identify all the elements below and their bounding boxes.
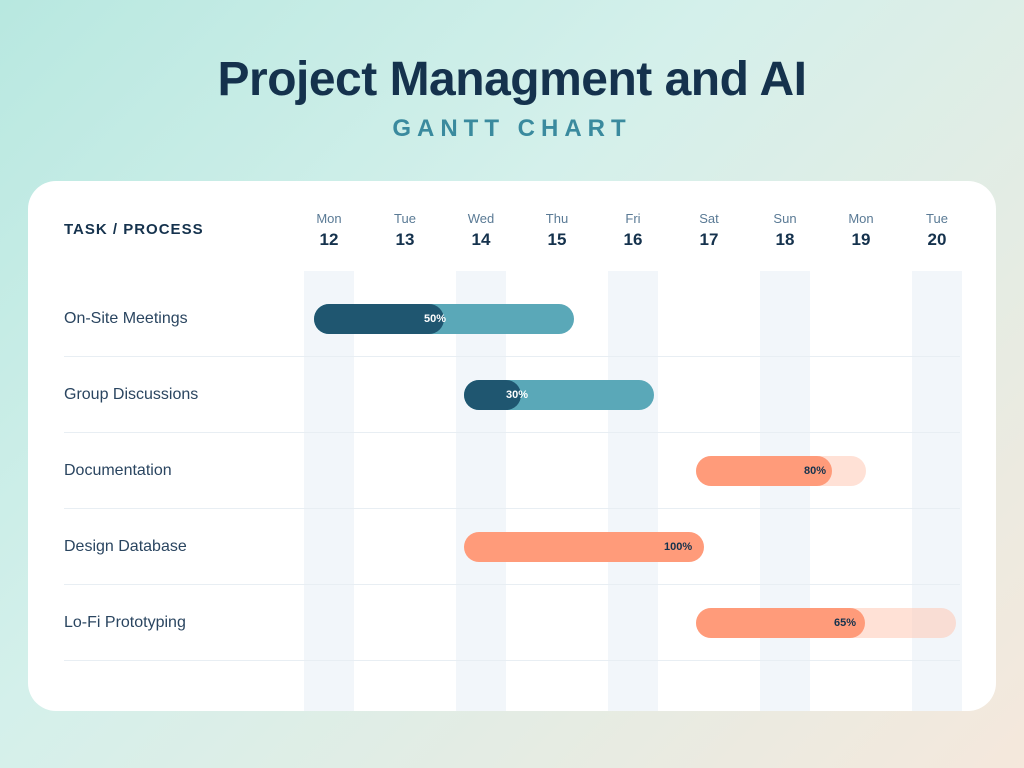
gantt-bar-pct: 30% bbox=[506, 389, 528, 401]
page-subtitle: GANTT CHART bbox=[0, 115, 1024, 143]
col-wed-14: Wed14 bbox=[446, 211, 516, 250]
page-title: Project Managment and AI bbox=[0, 52, 1024, 107]
col-tue-13: Tue13 bbox=[370, 211, 440, 250]
task-label: Documentation bbox=[64, 462, 172, 480]
task-label: Group Discussions bbox=[64, 386, 198, 404]
task-label: On-Site Meetings bbox=[64, 310, 188, 328]
gantt-bar-pct: 100% bbox=[664, 541, 692, 553]
col-thu-15: Thu15 bbox=[522, 211, 592, 250]
task-label: Lo-Fi Prototyping bbox=[64, 614, 186, 632]
task-label: Design Database bbox=[64, 538, 187, 556]
col-tue-20: Tue20 bbox=[902, 211, 972, 250]
col-fri-16: Fri16 bbox=[598, 211, 668, 250]
task-row: Lo-Fi Prototyping 65% bbox=[64, 585, 960, 661]
task-header: TASK / PROCESS bbox=[64, 221, 204, 238]
gantt-bar-pct: 80% bbox=[804, 465, 826, 477]
col-sun-18: Sun18 bbox=[750, 211, 820, 250]
task-row: Design Database 100% bbox=[64, 509, 960, 585]
col-sat-17: Sat17 bbox=[674, 211, 744, 250]
gantt-bar-pct: 65% bbox=[834, 617, 856, 629]
gantt-card: TASK / PROCESS Mon12 Tue13 Wed14 Thu15 F… bbox=[28, 181, 996, 711]
task-row: Group Discussions 30% bbox=[64, 357, 960, 433]
col-mon-12: Mon12 bbox=[294, 211, 364, 250]
task-row: On-Site Meetings 50% bbox=[64, 281, 960, 357]
col-mon-19: Mon19 bbox=[826, 211, 896, 250]
task-row: Documentation 80% bbox=[64, 433, 960, 509]
gantt-chart: TASK / PROCESS Mon12 Tue13 Wed14 Thu15 F… bbox=[64, 211, 960, 691]
gantt-bar-pct: 50% bbox=[424, 313, 446, 325]
